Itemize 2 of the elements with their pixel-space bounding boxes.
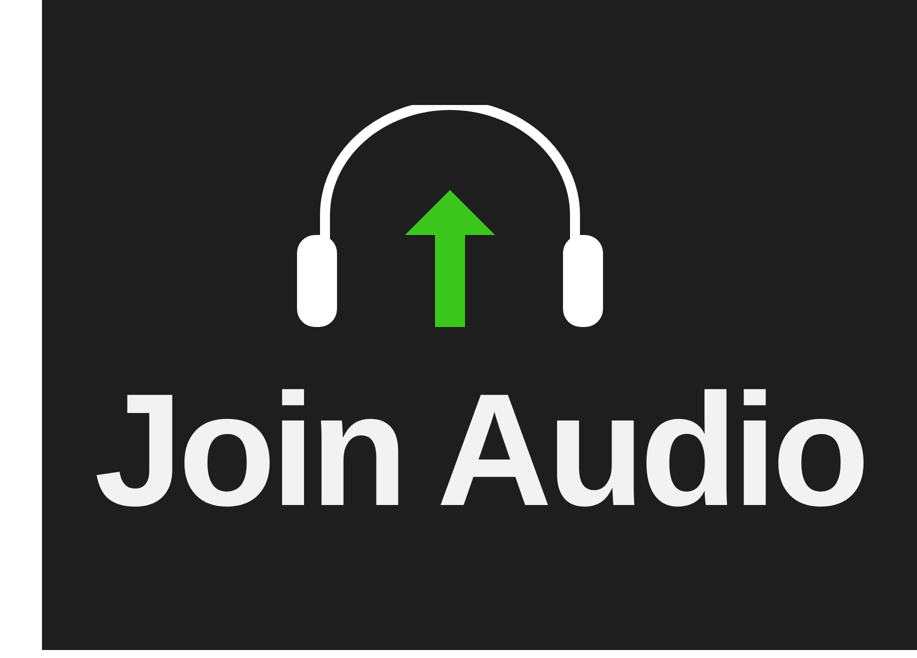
join-audio-button[interactable]: Join Audio [42,0,917,650]
headphones-icon [294,105,604,330]
